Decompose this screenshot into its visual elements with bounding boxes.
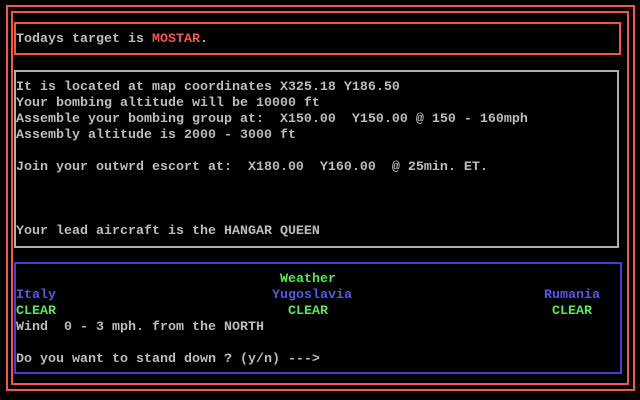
region-italy: Italy — [16, 288, 56, 303]
coordinates-line: It is located at map coordinates X325.18… — [16, 80, 400, 95]
escort-line: Join your outwrd escort at: X180.00 Y160… — [16, 160, 488, 175]
assembly-point-line: Assemble your bombing group at: X150.00 … — [16, 112, 528, 127]
target-label: Todays target is — [16, 32, 152, 47]
mission-briefing-screen: Todays target is MOSTAR. It is located a… — [0, 0, 640, 400]
status-yugoslavia: CLEAR — [288, 304, 328, 319]
region-rumania: Rumania — [544, 288, 600, 303]
status-italy: CLEAR — [16, 304, 56, 319]
weather-title: Weather — [280, 272, 336, 287]
status-rumania: CLEAR — [552, 304, 592, 319]
target-name: MOSTAR — [151, 32, 200, 47]
lead-aircraft-line: Your lead aircraft is the HANGAR QUEEN — [16, 224, 320, 239]
assembly-altitude-line: Assembly altitude is 2000 - 3000 ft — [16, 128, 296, 143]
wind-line: Wind 0 - 3 mph. from the NORTH — [16, 320, 264, 335]
bombing-altitude-line: Your bombing altitude will be 10000 ft — [16, 96, 320, 111]
stand-down-prompt[interactable]: Do you want to stand down ? (y/n) ---> — [16, 352, 320, 368]
target-period: . — [199, 32, 208, 47]
region-yugoslavia: Yugoslavia — [272, 288, 352, 303]
target-line: Todays target is MOSTAR. — [16, 32, 208, 48]
